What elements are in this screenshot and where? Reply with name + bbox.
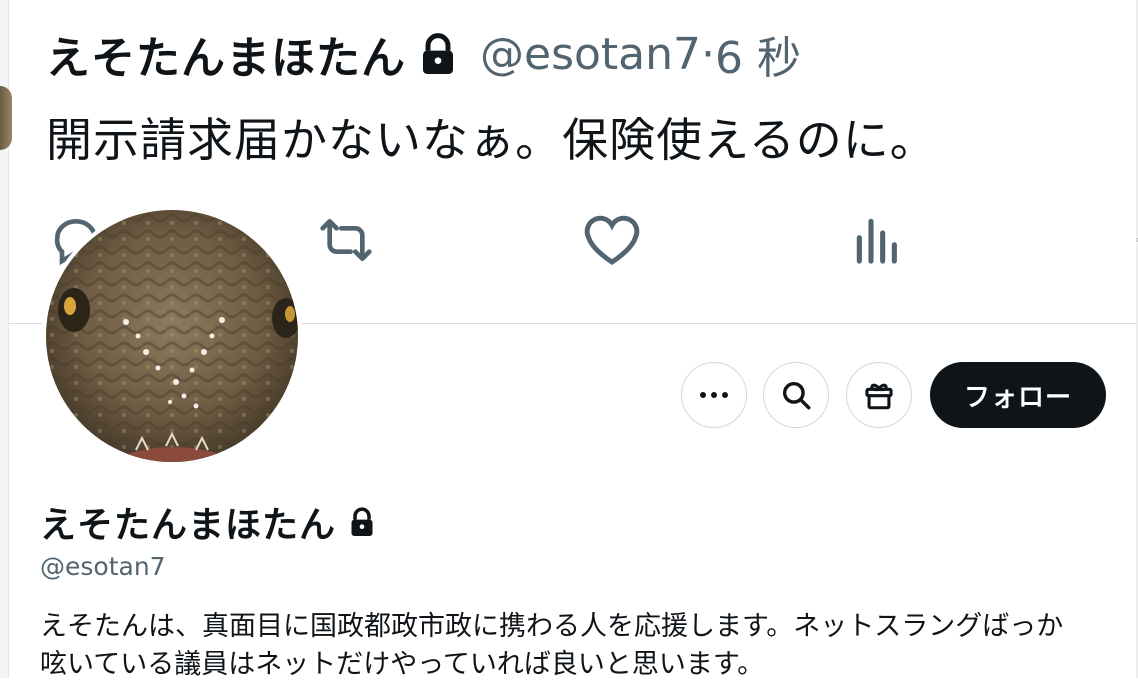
search-icon <box>782 381 811 410</box>
tweet-display-name[interactable]: えそたんまほたん <box>46 22 406 86</box>
like-icon[interactable] <box>582 210 642 270</box>
bio-line: えそたんは、真面目に国政都政市政に携わる人を応援します。ネットスラングばっか <box>40 611 1064 642</box>
gift-button[interactable] <box>846 362 912 428</box>
search-button[interactable] <box>763 362 829 428</box>
more-icon <box>700 392 728 398</box>
follow-button[interactable]: フォロー <box>930 362 1106 428</box>
bookmark-icon[interactable] <box>1110 210 1138 270</box>
views-icon[interactable] <box>848 210 908 270</box>
profile-bio: えそたんは、真面目に国政都政市政に携わる人を応援します。ネットスラングばっか 呟… <box>40 608 1120 684</box>
profile-display-name: えそたんまほたん <box>40 505 337 546</box>
profile-handle: @esotan7 <box>40 552 166 581</box>
cropped-avatar-edge <box>0 86 12 150</box>
tweet-separator: · <box>701 28 716 80</box>
lock-icon <box>348 506 376 538</box>
tweet-timestamp[interactable]: 6 秒 <box>715 22 801 86</box>
more-options-button[interactable] <box>681 362 747 428</box>
tweet-text: 開示請求届かないなぁ。保険使えるのに。 <box>46 113 937 167</box>
bio-line: 呟いている議員はネットだけやっていれば良いと思います。 <box>40 649 765 680</box>
profile-name-row: えそたんまほたん <box>40 496 376 548</box>
lock-icon <box>418 32 458 76</box>
profile-avatar[interactable] <box>42 206 302 466</box>
tweet-handle[interactable]: @esotan7 <box>480 29 701 80</box>
retweet-icon[interactable] <box>316 210 376 270</box>
tweet-header: えそたんまほたん @esotan7 · 6 秒 <box>46 22 801 86</box>
gift-icon <box>865 383 893 410</box>
